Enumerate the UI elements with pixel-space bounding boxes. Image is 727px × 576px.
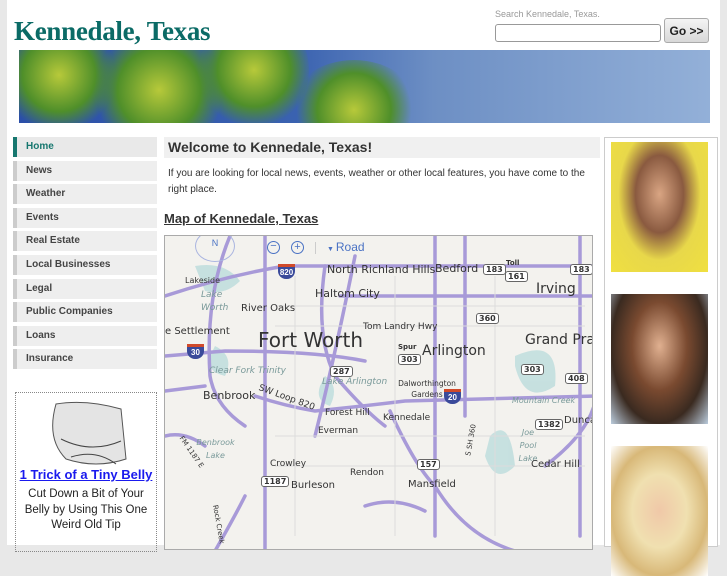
map[interactable]: N − + ▼ Road North Richland Hills Bedfor… <box>164 235 593 550</box>
map-label: Forest Hill <box>325 408 370 418</box>
map-label: Clear Fork Trinity <box>209 366 286 376</box>
search-input[interactable] <box>495 24 661 42</box>
map-label: Toll <box>506 259 520 267</box>
page: Kennedale, Texas Search Kennedale, Texas… <box>7 0 720 576</box>
zoom-in-icon[interactable]: + <box>291 241 304 254</box>
map-label: Mountain Creek <box>512 396 576 405</box>
map-label: Kennedale <box>383 413 431 423</box>
map-label: North Richland Hills <box>327 263 436 276</box>
nav-item-loans[interactable]: Loans <box>13 325 157 346</box>
nav-item-legal[interactable]: Legal <box>13 278 157 299</box>
ad-box: 1 Trick of a Tiny Belly Cut Down a Bit o… <box>15 392 157 552</box>
map-label: Tom Landry Hwy <box>363 322 438 332</box>
route-shield: 360 <box>476 313 499 324</box>
nav-item-news[interactable]: News <box>13 160 157 181</box>
map-view-dropdown[interactable]: ▼ Road <box>327 240 365 254</box>
map-label: Grand Pra <box>525 332 593 348</box>
map-label: Crowley <box>270 459 307 469</box>
map-label: River Oaks <box>241 303 296 314</box>
compass-n: N <box>211 238 219 248</box>
map-title: Map of Kennedale, Texas <box>164 211 319 226</box>
map-label: Everman <box>318 426 359 436</box>
map-label: Fort Worth <box>258 328 364 352</box>
caret-down-icon: ▼ <box>327 246 336 253</box>
route-shield: 161 <box>505 271 528 282</box>
ad-image[interactable] <box>36 399 131 471</box>
nav-item-local-businesses[interactable]: Local Businesses <box>13 254 157 275</box>
search-label: Search Kennedale, Texas. <box>495 9 600 19</box>
nav-item-public-companies[interactable]: Public Companies <box>13 302 157 323</box>
divider <box>315 242 316 254</box>
route-shield: 157 <box>417 459 440 470</box>
site-title[interactable]: Kennedale, Texas <box>14 16 211 47</box>
interstate-shield: 20 <box>444 389 461 404</box>
zoom-out-icon[interactable]: − <box>267 241 280 254</box>
map-label: e Settlement <box>165 326 230 337</box>
map-label: Cedar Hill <box>531 459 580 470</box>
map-label: Dunca <box>564 415 593 426</box>
route-shield: 303 <box>521 364 544 375</box>
map-label: Benbrook <box>203 389 256 402</box>
route-shield: 1187 <box>261 476 290 487</box>
map-label: Lake Arlington <box>322 377 388 387</box>
right-sidebar <box>604 137 718 576</box>
profile-photo[interactable] <box>611 446 708 576</box>
map-view-label: Road <box>335 240 365 254</box>
page-heading: Welcome to Kennedale, Texas! <box>164 137 600 158</box>
map-label: Mansfield <box>408 479 456 490</box>
route-shield: 183 <box>570 264 592 275</box>
banner-image <box>19 50 710 123</box>
map-label: Lake Worth <box>201 290 229 313</box>
ad-text: Cut Down a Bit of Your Belly by Using Th… <box>24 488 148 531</box>
nav-item-real-estate[interactable]: Real Estate <box>13 231 157 252</box>
map-label: Burleson <box>291 480 335 491</box>
intro-text: If you are looking for local news, event… <box>168 168 585 195</box>
profile-photo[interactable] <box>611 142 708 272</box>
map-label: Haltom City <box>315 287 380 300</box>
route-shield: 183 <box>483 264 506 275</box>
nav-item-weather[interactable]: Weather <box>13 184 157 205</box>
profile-photo[interactable] <box>611 294 708 424</box>
interstate-shield: 30 <box>187 344 204 359</box>
map-label: Bedford <box>435 262 479 275</box>
nav-item-home[interactable]: Home <box>13 137 157 157</box>
ad-link[interactable]: 1 Trick of a Tiny Belly <box>16 467 156 482</box>
map-label: Irving <box>536 281 576 297</box>
route-shield: 303 <box>398 354 421 365</box>
go-button[interactable]: Go >> <box>664 18 709 43</box>
nav-item-events[interactable]: Events <box>13 207 157 228</box>
map-label: Arlington <box>422 343 486 359</box>
route-shield: 408 <box>565 373 588 384</box>
map-label: Lakeside <box>185 276 221 285</box>
compass-control[interactable]: N <box>195 236 235 262</box>
route-shield: 287 <box>330 366 353 377</box>
route-shield: 1382 <box>535 419 564 430</box>
nav-item-insurance[interactable]: Insurance <box>13 349 157 370</box>
sidebar-nav: Home News Weather Events Real Estate Loc… <box>13 137 157 373</box>
map-label: Rendon <box>350 468 385 478</box>
map-label: Spur <box>398 343 417 351</box>
interstate-shield: 820 <box>278 264 295 279</box>
map-controls: N − + ▼ Road <box>165 236 592 262</box>
